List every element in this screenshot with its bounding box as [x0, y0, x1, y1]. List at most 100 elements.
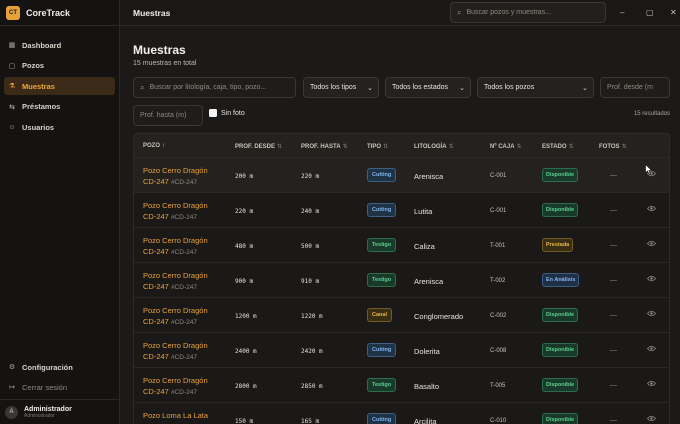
pozo-cell[interactable]: Pozo Cerro Dragón CD-247 #CD-247 [143, 235, 231, 258]
col-prof-hasta[interactable]: PROF. HASTA ⇅ [301, 143, 348, 150]
pozo-code[interactable]: CD-247 [143, 212, 169, 221]
logout-link[interactable]: ↦ Cerrar sesión [0, 377, 119, 397]
prof-desde-cell: 220 m [235, 208, 254, 215]
pozo-cell[interactable]: Pozo Cerro Dragón CD-247 #CD-247 [143, 375, 231, 398]
litologia-cell: Basalto [414, 382, 440, 391]
view-eye-icon[interactable] [646, 380, 657, 389]
fotos-cell: — [610, 417, 617, 424]
litologia-cell: Arenisca [414, 172, 444, 181]
view-eye-icon[interactable] [646, 415, 657, 424]
tipo-badge: Canal [367, 308, 392, 322]
table-row[interactable]: Pozo Cerro Dragón CD-247 #CD-247 220 m 240 … [134, 193, 669, 228]
pozo-name[interactable]: Pozo Loma La Lata [143, 411, 208, 420]
view-eye-icon[interactable] [646, 275, 657, 284]
pozo-cell[interactable]: Pozo Loma La LataLLL-412 #LLL-412 [143, 410, 231, 424]
fotos-cell: — [610, 172, 617, 179]
pozo-cell[interactable]: Pozo Cerro Dragón CD-247 #CD-247 [143, 270, 231, 293]
pozo-cell[interactable]: Pozo Cerro Dragón CD-247 #CD-247 [143, 200, 231, 223]
maximize-icon[interactable]: ▢ [646, 8, 654, 17]
prof-hasta-cell: 240 m [301, 208, 320, 215]
table-row[interactable]: Pozo Cerro Dragón CD-247 #CD-247 900 m 910 … [134, 263, 669, 298]
prof-hasta-cell: 910 m [301, 278, 320, 285]
pozo-code[interactable]: CD-247 [143, 177, 169, 186]
user-profile[interactable]: A Administrador Administrador [0, 400, 119, 424]
settings-link[interactable]: ⚙ Configuración [0, 357, 119, 377]
table-row[interactable]: Pozo Cerro Dragón CD-247 #CD-247 1200 m 122… [134, 298, 669, 333]
pozo-code[interactable]: CD-247 [143, 317, 169, 326]
pozo-cell[interactable]: Pozo Cerro Dragón CD-247 #CD-247 [143, 305, 231, 328]
view-eye-icon[interactable] [646, 310, 657, 319]
pozo-cell[interactable]: Pozo Cerro Dragón CD-247 #CD-247 [143, 340, 231, 363]
table-row[interactable]: Pozo Loma La LataLLL-412 #LLL-412 150 m 16… [134, 403, 669, 424]
pozo-tag: #CD-247 [170, 319, 197, 326]
sidebar-item-usuarios[interactable]: ☺ Usuarios [4, 118, 115, 136]
table-row[interactable]: Pozo Cerro Dragón CD-247 #CD-247 2400 m 242… [134, 333, 669, 368]
col-litologia[interactable]: LITOLOGÍA ⇅ [414, 143, 454, 150]
table-row[interactable]: Pozo Cerro Dragón CD-247 #CD-247 2800 m 285… [134, 368, 669, 403]
users-icon: ☺ [8, 123, 16, 131]
col-prof-desde[interactable]: PROF. DESDE ⇅ [235, 143, 282, 150]
pozo-code[interactable]: CD-247 [143, 352, 169, 361]
col-pozo[interactable]: POZO ↑ [143, 143, 165, 149]
col-pozo-label: POZO [143, 143, 161, 149]
caja-cell: T-002 [490, 278, 506, 284]
view-eye-icon[interactable] [646, 345, 657, 354]
prof-desde-placeholder: Prof. desde (m [607, 84, 653, 91]
avatar: A [5, 405, 18, 419]
tipo-badge: Cutting [367, 343, 397, 357]
caja-cell: C-010 [490, 418, 507, 424]
minimize-icon[interactable]: – [620, 8, 624, 17]
col-estado[interactable]: ESTADO ⇅ [542, 143, 574, 150]
view-eye-icon[interactable] [646, 240, 657, 249]
pozo-cell[interactable]: Pozo Cerro Dragón CD-247 #CD-247 [143, 165, 231, 188]
pozo-name[interactable]: Pozo Cerro Dragón [143, 341, 208, 350]
prof-desde-cell: 2800 m [235, 383, 257, 390]
prof-hasta-cell: 500 m [301, 243, 320, 250]
sidebar-item-pozos[interactable]: ▢ Pozos [4, 57, 115, 75]
tipo-select[interactable]: Todos los tipos ⌄ [303, 77, 379, 98]
sort-icon: ⇅ [277, 144, 283, 150]
col-caja[interactable]: Nº CAJA ⇅ [490, 143, 522, 150]
litologia-cell: Dolerita [414, 347, 440, 356]
sin-foto-checkbox[interactable]: Sin foto [209, 109, 245, 117]
sidebar: CT CoreTrack ▦ Dashboard ▢ Pozos ⚗ Muestras ⇆ P… [0, 0, 120, 424]
table-row[interactable]: Pozo Cerro Dragón CD-247 #CD-247 480 m 500 … [134, 228, 669, 263]
pozo-name[interactable]: Pozo Cerro Dragón [143, 236, 208, 245]
close-icon[interactable]: ✕ [670, 8, 677, 17]
sidebar-item-label: Pozos [22, 61, 45, 70]
table-row[interactable]: Pozo Cerro Dragón CD-247 #CD-247 200 m 220 … [134, 158, 669, 193]
prof-hasta-input[interactable]: Prof. hasta (m) [133, 105, 203, 126]
pozo-name[interactable]: Pozo Cerro Dragón [143, 306, 208, 315]
col-tipo[interactable]: TIPO ⇅ [367, 143, 388, 150]
pozo-select[interactable]: Todos los pozos ⌄ [477, 77, 594, 98]
pozo-code[interactable]: CD-247 [143, 247, 169, 256]
pozo-name[interactable]: Pozo Cerro Dragón [143, 376, 208, 385]
prof-hasta-cell: 2850 m [301, 383, 323, 390]
pozo-name[interactable]: Pozo Cerro Dragón [143, 166, 208, 175]
sidebar-item-muestras[interactable]: ⚗ Muestras [4, 77, 115, 95]
pozo-name[interactable]: Pozo Cerro Dragón [143, 201, 208, 210]
litologia-cell: Lutita [414, 207, 433, 216]
col-fotos[interactable]: FOTOS ⇅ [599, 143, 627, 150]
samples-table: POZO ↑ PROF. DESDE ⇅ PROF. HASTA ⇅ TIPO ⇅ LI… [133, 133, 670, 424]
sidebar-item-dashboard[interactable]: ▦ Dashboard [4, 36, 115, 54]
prof-desde-cell: 900 m [235, 278, 254, 285]
fotos-cell: — [610, 312, 617, 319]
fotos-cell: — [610, 207, 617, 214]
status-badge: Disponible [542, 343, 579, 357]
pozo-code[interactable]: CD-247 [143, 387, 169, 396]
settings-label: Configuración [22, 362, 73, 372]
view-eye-icon[interactable] [646, 205, 657, 214]
tipo-badge: Testigo [367, 378, 397, 392]
status-badge: Disponible [542, 378, 579, 392]
pozo-name[interactable]: Pozo Cerro Dragón [143, 271, 208, 280]
estado-select[interactable]: Todos los estados ⌄ [385, 77, 471, 98]
checkbox-box[interactable] [209, 109, 217, 117]
global-search-input[interactable]: ⌕ Buscar pozos y muestras... [450, 2, 606, 23]
sidebar-item-pr-stamos[interactable]: ⇆ Préstamos [4, 98, 115, 116]
prof-desde-input[interactable]: Prof. desde (m [600, 77, 670, 98]
table-body: Pozo Cerro Dragón CD-247 #CD-247 200 m 220 … [134, 158, 669, 424]
search-input[interactable]: ⌕ Buscar por litología, caja, tipo, pozo… [133, 77, 296, 98]
mouse-cursor-icon [645, 164, 653, 175]
pozo-code[interactable]: CD-247 [143, 282, 169, 291]
